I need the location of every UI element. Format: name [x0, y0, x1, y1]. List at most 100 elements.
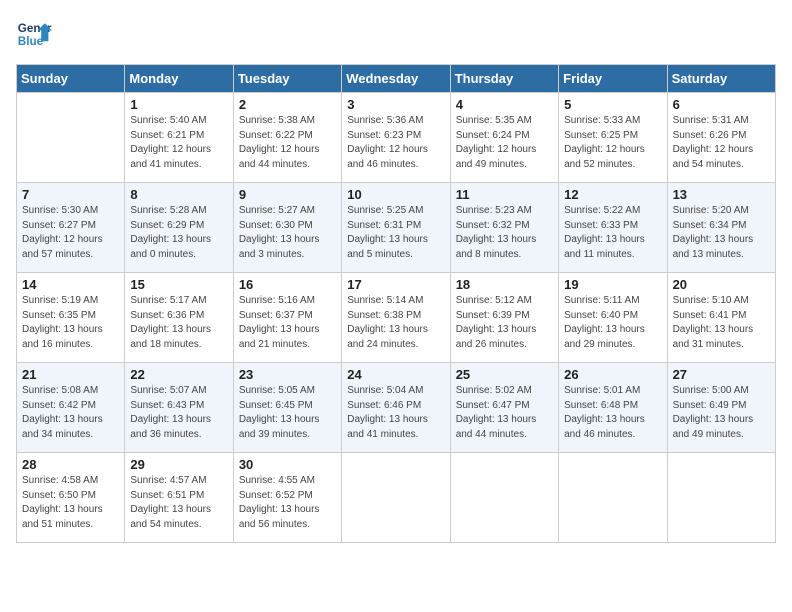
day-info: Sunrise: 5:10 AMSunset: 6:41 PMDaylight:…: [673, 294, 770, 352]
day-info: Sunrise: 5:25 AMSunset: 6:31 PMDaylight:…: [347, 204, 444, 262]
day-number: 8: [130, 187, 227, 202]
day-info: Sunrise: 5:01 AMSunset: 6:48 PMDaylight:…: [564, 384, 661, 442]
calendar-cell: 21 Sunrise: 5:08 AMSunset: 6:42 PMDayligh…: [17, 363, 125, 453]
day-number: 5: [564, 97, 661, 112]
weekday-header: Thursday: [450, 65, 558, 93]
calendar-cell: 9 Sunrise: 5:27 AMSunset: 6:30 PMDaylight…: [233, 183, 341, 273]
calendar-cell: [450, 453, 558, 543]
day-info: Sunrise: 5:05 AMSunset: 6:45 PMDaylight:…: [239, 384, 336, 442]
calendar-cell: 3 Sunrise: 5:36 AMSunset: 6:23 PMDaylight…: [342, 93, 450, 183]
day-number: 3: [347, 97, 444, 112]
day-number: 28: [22, 457, 119, 472]
day-number: 4: [456, 97, 553, 112]
calendar-cell: [342, 453, 450, 543]
day-info: Sunrise: 5:20 AMSunset: 6:34 PMDaylight:…: [673, 204, 770, 262]
calendar-week-row: 14Sunrise: 5:19 AMSunset: 6:35 PMDayligh…: [17, 273, 776, 363]
day-info: Sunrise: 5:30 AMSunset: 6:27 PMDaylight:…: [22, 204, 119, 262]
day-info: Sunrise: 5:33 AMSunset: 6:25 PMDaylight:…: [564, 114, 661, 172]
day-number: 23: [239, 367, 336, 382]
day-info: Sunrise: 5:11 AMSunset: 6:40 PMDaylight:…: [564, 294, 661, 352]
day-info: Sunrise: 4:58 AMSunset: 6:50 PMDaylight:…: [22, 474, 119, 532]
day-number: 11: [456, 187, 553, 202]
header-row: SundayMondayTuesdayWednesdayThursdayFrid…: [17, 65, 776, 93]
logo-icon: General Blue: [16, 16, 52, 52]
day-info: Sunrise: 5:22 AMSunset: 6:33 PMDaylight:…: [564, 204, 661, 262]
calendar-cell: 17 Sunrise: 5:14 AMSunset: 6:38 PMDayligh…: [342, 273, 450, 363]
calendar-cell: 5 Sunrise: 5:33 AMSunset: 6:25 PMDaylight…: [559, 93, 667, 183]
calendar-cell: 22Sunrise: 5:07 AMSunset: 6:43 PMDayligh…: [125, 363, 233, 453]
calendar-cell: 18 Sunrise: 5:12 AMSunset: 6:39 PMDayligh…: [450, 273, 558, 363]
calendar-cell: 13 Sunrise: 5:20 AMSunset: 6:34 PMDayligh…: [667, 183, 775, 273]
day-number: 10: [347, 187, 444, 202]
calendar-cell: 10 Sunrise: 5:25 AMSunset: 6:31 PMDayligh…: [342, 183, 450, 273]
calendar-week-row: 7 Sunrise: 5:30 AMSunset: 6:27 PMDaylight…: [17, 183, 776, 273]
page-header: General Blue: [16, 16, 776, 52]
day-info: Sunrise: 5:36 AMSunset: 6:23 PMDaylight:…: [347, 114, 444, 172]
calendar-week-row: 1 Sunrise: 5:40 AMSunset: 6:21 PMDaylight…: [17, 93, 776, 183]
weekday-header: Sunday: [17, 65, 125, 93]
day-info: Sunrise: 5:38 AMSunset: 6:22 PMDaylight:…: [239, 114, 336, 172]
day-info: Sunrise: 5:17 AMSunset: 6:36 PMDaylight:…: [130, 294, 227, 352]
calendar-cell: 8Sunrise: 5:28 AMSunset: 6:29 PMDaylight…: [125, 183, 233, 273]
calendar-cell: 7 Sunrise: 5:30 AMSunset: 6:27 PMDaylight…: [17, 183, 125, 273]
calendar-cell: 23 Sunrise: 5:05 AMSunset: 6:45 PMDayligh…: [233, 363, 341, 453]
day-info: Sunrise: 5:23 AMSunset: 6:32 PMDaylight:…: [456, 204, 553, 262]
day-info: Sunrise: 5:04 AMSunset: 6:46 PMDaylight:…: [347, 384, 444, 442]
day-number: 20: [673, 277, 770, 292]
day-info: Sunrise: 5:12 AMSunset: 6:39 PMDaylight:…: [456, 294, 553, 352]
logo: General Blue: [16, 16, 58, 52]
weekday-header: Tuesday: [233, 65, 341, 93]
day-info: Sunrise: 5:14 AMSunset: 6:38 PMDaylight:…: [347, 294, 444, 352]
svg-text:Blue: Blue: [18, 35, 44, 48]
weekday-header: Friday: [559, 65, 667, 93]
calendar-week-row: 28 Sunrise: 4:58 AMSunset: 6:50 PMDayligh…: [17, 453, 776, 543]
day-info: Sunrise: 5:27 AMSunset: 6:30 PMDaylight:…: [239, 204, 336, 262]
day-number: 19: [564, 277, 661, 292]
day-info: Sunrise: 4:57 AMSunset: 6:51 PMDaylight:…: [130, 474, 227, 532]
calendar-cell: 29 Sunrise: 4:57 AMSunset: 6:51 PMDayligh…: [125, 453, 233, 543]
calendar-cell: 24Sunrise: 5:04 AMSunset: 6:46 PMDayligh…: [342, 363, 450, 453]
weekday-header: Saturday: [667, 65, 775, 93]
day-number: 6: [673, 97, 770, 112]
day-number: 2: [239, 97, 336, 112]
calendar-cell: 20 Sunrise: 5:10 AMSunset: 6:41 PMDayligh…: [667, 273, 775, 363]
day-number: 30: [239, 457, 336, 472]
weekday-header: Monday: [125, 65, 233, 93]
day-number: 29: [130, 457, 227, 472]
day-number: 17: [347, 277, 444, 292]
calendar-cell: [667, 453, 775, 543]
day-number: 21: [22, 367, 119, 382]
day-info: Sunrise: 5:40 AMSunset: 6:21 PMDaylight:…: [130, 114, 227, 172]
calendar-cell: 6 Sunrise: 5:31 AMSunset: 6:26 PMDaylight…: [667, 93, 775, 183]
day-number: 27: [673, 367, 770, 382]
day-number: 13: [673, 187, 770, 202]
calendar-cell: 14Sunrise: 5:19 AMSunset: 6:35 PMDayligh…: [17, 273, 125, 363]
day-info: Sunrise: 5:08 AMSunset: 6:42 PMDaylight:…: [22, 384, 119, 442]
day-number: 9: [239, 187, 336, 202]
day-info: Sunrise: 5:35 AMSunset: 6:24 PMDaylight:…: [456, 114, 553, 172]
calendar-cell: 28 Sunrise: 4:58 AMSunset: 6:50 PMDayligh…: [17, 453, 125, 543]
day-number: 15: [130, 277, 227, 292]
calendar-cell: 27 Sunrise: 5:00 AMSunset: 6:49 PMDayligh…: [667, 363, 775, 453]
day-info: Sunrise: 5:00 AMSunset: 6:49 PMDaylight:…: [673, 384, 770, 442]
day-number: 1: [130, 97, 227, 112]
calendar-cell: 1 Sunrise: 5:40 AMSunset: 6:21 PMDaylight…: [125, 93, 233, 183]
calendar-cell: [17, 93, 125, 183]
calendar-cell: 26 Sunrise: 5:01 AMSunset: 6:48 PMDayligh…: [559, 363, 667, 453]
calendar-cell: 2 Sunrise: 5:38 AMSunset: 6:22 PMDaylight…: [233, 93, 341, 183]
day-number: 26: [564, 367, 661, 382]
day-number: 12: [564, 187, 661, 202]
calendar-week-row: 21 Sunrise: 5:08 AMSunset: 6:42 PMDayligh…: [17, 363, 776, 453]
calendar-cell: 30Sunrise: 4:55 AMSunset: 6:52 PMDayligh…: [233, 453, 341, 543]
day-info: Sunrise: 5:31 AMSunset: 6:26 PMDaylight:…: [673, 114, 770, 172]
calendar-cell: 16 Sunrise: 5:16 AMSunset: 6:37 PMDayligh…: [233, 273, 341, 363]
calendar-cell: 19 Sunrise: 5:11 AMSunset: 6:40 PMDayligh…: [559, 273, 667, 363]
day-number: 25: [456, 367, 553, 382]
day-info: Sunrise: 5:02 AMSunset: 6:47 PMDaylight:…: [456, 384, 553, 442]
day-number: 7: [22, 187, 119, 202]
day-number: 16: [239, 277, 336, 292]
day-number: 18: [456, 277, 553, 292]
day-info: Sunrise: 5:16 AMSunset: 6:37 PMDaylight:…: [239, 294, 336, 352]
calendar-cell: 12 Sunrise: 5:22 AMSunset: 6:33 PMDayligh…: [559, 183, 667, 273]
calendar-cell: 11 Sunrise: 5:23 AMSunset: 6:32 PMDayligh…: [450, 183, 558, 273]
